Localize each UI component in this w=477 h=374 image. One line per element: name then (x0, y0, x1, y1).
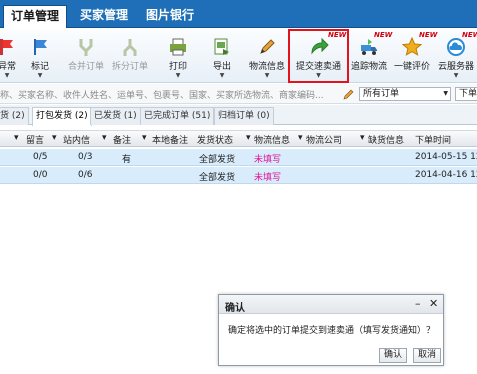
dialog-message: 确定将选中的订单提交到速卖通（填写发货通知）？ (228, 326, 436, 336)
one-click-review-button[interactable]: NEW 一键评价 (393, 29, 437, 83)
cell-ship-status: 全部发货 (199, 173, 236, 183)
highlight-box (288, 29, 349, 83)
mark-label: 标记 (30, 62, 49, 72)
sort-value: 下单 (459, 89, 477, 99)
cell-order-time: 2014-04-16 12 (415, 170, 477, 180)
cell-mail: 0/6 (78, 170, 93, 180)
col-local-note[interactable]: 本地备注 (152, 133, 188, 146)
cloud-server-button[interactable]: NEW 云服务器 ▼ (436, 29, 477, 83)
new-badge: NEW (462, 31, 477, 39)
col-sort-icon: ▾ (14, 133, 19, 143)
chevron-down-icon: ▼ (264, 72, 270, 79)
logistics-info-label: 物流信息 (248, 62, 285, 72)
export-button[interactable]: 导出 ▼ (208, 29, 236, 83)
col-mail[interactable]: 站内信 (63, 133, 90, 146)
tab-completed[interactable]: 已完成订单 (51) (140, 107, 215, 125)
confirm-dialog: 确认 – ✕ 确定将选中的订单提交到速卖通（填写发货通知）？ 确认 取消 (218, 294, 444, 366)
merge-order-label: 合并订单 (67, 62, 104, 72)
col-ship-status[interactable]: 发货状态 (197, 133, 233, 146)
tab-archived[interactable]: 归档订单 (0) (214, 107, 274, 125)
col-order-time[interactable]: 下单时间 (415, 133, 451, 146)
cloud-server-label: 云服务器 (437, 62, 474, 72)
close-icon[interactable]: ✕ (429, 297, 438, 310)
exception-button[interactable]: 异常 ▼ (0, 29, 18, 83)
one-click-review-label: 一键评价 (393, 62, 430, 72)
cell-mail: 0/3 (78, 152, 93, 162)
tab-image-bank[interactable]: 图片银行 (139, 5, 201, 28)
chevron-down-icon: ▼ (443, 90, 448, 97)
col-sort-icon: ▾ (52, 133, 57, 143)
star-icon (402, 37, 422, 56)
tab-order-management[interactable]: 订单管理 (3, 5, 68, 28)
app-window: 订单管理 买家管理 图片银行 异常 ▼ 标记 ▼ 合并订单 拆分订单 打印 ▼ (0, 0, 477, 374)
split-icon (123, 39, 137, 56)
col-carrier[interactable]: 物流公司 (306, 133, 342, 146)
col-note[interactable]: 备注 (113, 133, 131, 146)
merge-order-button[interactable]: 合并订单 (64, 29, 108, 83)
truck-icon (361, 39, 377, 55)
cell-order-time: 2014-05-15 12 (415, 152, 477, 162)
col-sort-icon: ▾ (102, 133, 107, 143)
table-header: ▾ 留言 ▾ 站内信 ▾ 备注 ▾ 本地备注 发货状态 ▾ 物流信息 ▾ 物流公… (0, 130, 477, 147)
order-filter-select[interactable]: 所有订单 ▼ (359, 87, 451, 101)
cell-logistics-link[interactable]: 未填写 (254, 170, 281, 183)
tab-pack-ship[interactable]: 打包发货 (2) (32, 107, 92, 126)
col-sort-icon: ▾ (298, 133, 303, 143)
export-label: 导出 (212, 62, 231, 72)
print-button[interactable]: 打印 ▼ (164, 29, 192, 83)
track-logistics-label: 追踪物流 (350, 62, 387, 72)
cloud-icon (447, 38, 465, 56)
toolbar: 异常 ▼ 标记 ▼ 合并订单 拆分订单 打印 ▼ 导出 ▼ 物流信息 ▼ NEW… (0, 29, 477, 83)
chevron-down-icon: ▼ (453, 72, 459, 79)
new-badge: NEW (419, 31, 438, 39)
mark-button[interactable]: 标记 ▼ (26, 29, 54, 83)
split-order-button[interactable]: 拆分订单 (108, 29, 152, 83)
filter-bar: 称、买家名称、收件人姓名、运单号、包裹号、国家、买家所选物流、商家编码... 所… (0, 84, 477, 104)
print-label: 打印 (168, 62, 187, 72)
cell-note: 有 (122, 155, 132, 165)
top-nav: 订单管理 买家管理 图片银行 (0, 0, 477, 28)
chevron-down-icon: ▼ (4, 72, 10, 79)
printer-icon (170, 38, 186, 56)
cell-message: 0/5 (33, 152, 48, 162)
tab-shipped[interactable]: 已发货 (1) (90, 107, 141, 125)
col-logistics[interactable]: 物流信息 (254, 133, 290, 146)
cell-message: 0/0 (33, 170, 48, 180)
col-stock[interactable]: 缺货信息 (368, 133, 404, 146)
pencil-icon (260, 39, 275, 54)
cancel-button[interactable]: 取消 (413, 348, 442, 363)
tab-pending-ship[interactable]: 货 (2) (0, 107, 29, 125)
col-sort-icon: ▾ (360, 133, 365, 143)
chevron-down-icon: ▼ (219, 72, 225, 79)
edit-icon[interactable] (342, 87, 356, 101)
tab-buyer-management[interactable]: 买家管理 (73, 5, 135, 28)
col-sort-icon: ▾ (142, 133, 147, 143)
export-icon (214, 38, 229, 55)
confirm-button[interactable]: 确认 (379, 348, 408, 363)
order-status-tabs: 货 (2) 打包发货 (2) 已发货 (1) 已完成订单 (51) 归档订单 (… (0, 105, 477, 126)
flag-icon (0, 39, 13, 55)
merge-icon (79, 39, 93, 56)
minimize-icon[interactable]: – (415, 297, 421, 310)
track-logistics-button[interactable]: NEW 追踪物流 (350, 29, 392, 83)
dialog-title: 确认 (225, 303, 245, 314)
new-badge: NEW (374, 31, 393, 39)
col-sort-icon: ▾ (246, 133, 251, 143)
sort-select[interactable]: 下单 (455, 87, 477, 101)
chevron-down-icon: ▼ (175, 72, 181, 79)
search-input[interactable]: 称、买家名称、收件人姓名、运单号、包裹号、国家、买家所选物流、商家编码... (0, 88, 324, 101)
order-filter-value: 所有订单 (363, 89, 400, 99)
cell-ship-status: 全部发货 (199, 155, 236, 165)
dialog-header: 确认 – ✕ (219, 295, 443, 314)
chevron-down-icon: ▼ (37, 72, 43, 79)
table-row[interactable]: 0/0 0/6 全部发货 未填写 2014-04-16 12 (0, 167, 477, 184)
table-row[interactable]: 0/5 0/3 有 全部发货 未填写 2014-05-15 12 (0, 149, 477, 166)
split-order-label: 拆分订单 (111, 62, 148, 72)
blue-flag-icon (34, 39, 47, 55)
cell-logistics-link[interactable]: 未填写 (254, 152, 281, 165)
exception-label: 异常 (0, 62, 16, 72)
col-message[interactable]: 留言 (26, 133, 44, 146)
logistics-info-button[interactable]: 物流信息 ▼ (246, 29, 288, 83)
